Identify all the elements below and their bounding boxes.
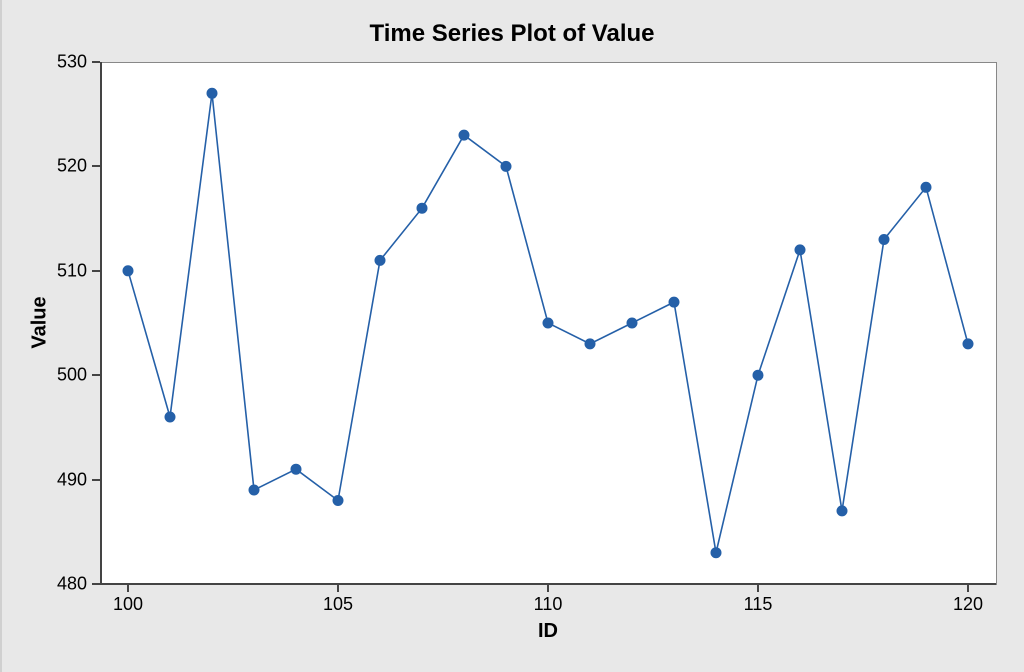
y-tick-label: 500 [45, 365, 87, 386]
data-point [543, 318, 553, 328]
data-point [711, 548, 721, 558]
data-point [963, 339, 973, 349]
data-point [417, 203, 427, 213]
data-point [501, 161, 511, 171]
y-tick-label: 530 [45, 52, 87, 73]
y-tick [92, 165, 100, 167]
chart-container: Time Series Plot of Value Value ID 48049… [0, 0, 1024, 672]
y-tick [92, 270, 100, 272]
x-tick [337, 584, 339, 592]
data-point [333, 496, 343, 506]
data-point [921, 182, 931, 192]
data-point [249, 485, 259, 495]
x-tick-label: 100 [113, 594, 143, 615]
data-point [795, 245, 805, 255]
data-point [375, 255, 385, 265]
data-point [669, 297, 679, 307]
y-axis-line [100, 62, 102, 584]
y-tick [92, 583, 100, 585]
data-point [627, 318, 637, 328]
x-tick-label: 115 [744, 594, 773, 615]
y-tick [92, 61, 100, 63]
x-tick [757, 584, 759, 592]
data-point [123, 266, 133, 276]
x-tick-label: 120 [953, 594, 983, 615]
y-tick-label: 520 [45, 156, 87, 177]
data-point [879, 235, 889, 245]
y-tick [92, 374, 100, 376]
x-tick [967, 584, 969, 592]
x-tick [547, 584, 549, 592]
x-tick [127, 584, 129, 592]
x-tick-label: 110 [534, 594, 563, 615]
y-tick-label: 490 [45, 469, 87, 490]
data-point [585, 339, 595, 349]
data-point [291, 464, 301, 474]
y-tick-label: 510 [45, 260, 87, 281]
x-tick-label: 105 [323, 594, 353, 615]
data-point [837, 506, 847, 516]
data-point [165, 412, 175, 422]
line-series [0, 0, 1024, 672]
y-tick-label: 480 [45, 574, 87, 595]
y-tick [92, 479, 100, 481]
data-point [753, 370, 763, 380]
data-point [459, 130, 469, 140]
data-point [207, 88, 217, 98]
